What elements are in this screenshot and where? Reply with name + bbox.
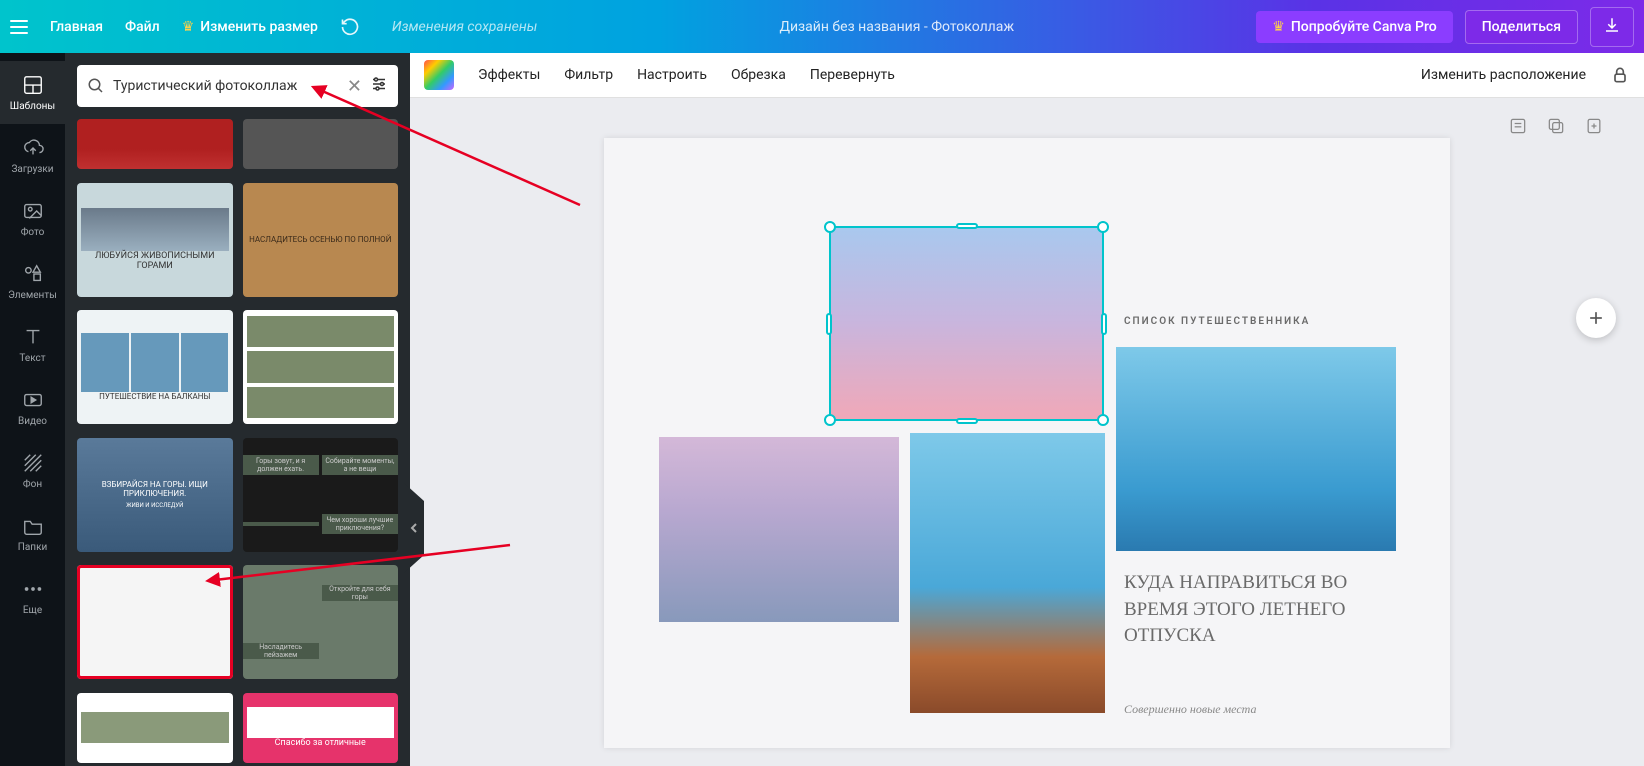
template-thumb[interactable]: Горы зовут, и я должен ехать.Собирайте м… <box>243 438 399 552</box>
canvas-text-heading[interactable]: КУДА НАПРАВИТЬСЯ ВО ВРЕМЯ ЭТОГО ЛЕТНЕГО … <box>1124 570 1384 650</box>
template-thumb[interactable] <box>243 310 399 424</box>
content-area: Эффекты Фильтр Настроить Обрезка Перевер… <box>410 53 1644 766</box>
nav-label: Фон <box>23 479 42 490</box>
template-thumb[interactable] <box>243 119 399 169</box>
template-thumb-selected[interactable] <box>77 565 233 679</box>
flip-button[interactable]: Перевернуть <box>810 67 895 83</box>
thumb-text: ЖИВИ И ИССЛЕДУЙ <box>126 502 183 509</box>
more-icon <box>21 577 45 601</box>
canvas-text-subtitle[interactable]: СПИСОК ПУТЕШЕСТВЕННИКА <box>1124 316 1310 327</box>
search-box: ✕ <box>77 65 398 107</box>
templates-panel: ✕ ЛЮБУЙСЯ ЖИВОПИСНЫМИ ГОРАМИ НАСЛАДИТЕСЬ… <box>65 53 410 766</box>
nav-label: Шаблоны <box>10 101 55 112</box>
plus-icon <box>1586 308 1606 328</box>
share-button[interactable]: Поделиться <box>1465 10 1578 44</box>
thumb-text: Горы зовут, и я должен ехать. <box>243 455 319 475</box>
thumb-text: Насладитесь пейзажем <box>243 643 319 659</box>
thumb-text: ПУТЕШЕСТВИЕ НА БАЛКАНЫ <box>99 392 210 401</box>
thumb-text: Собирайте моменты, а не вещи <box>322 455 398 475</box>
context-toolbar: Эффекты Фильтр Настроить Обрезка Перевер… <box>410 53 1644 98</box>
save-status: Изменения сохранены <box>392 19 537 35</box>
nav-label: Элементы <box>8 290 57 301</box>
nav-label: Папки <box>18 542 48 553</box>
crown-icon: ♛ <box>182 19 195 35</box>
photo-icon <box>21 199 45 223</box>
download-icon <box>1603 16 1621 34</box>
color-picker-button[interactable] <box>424 60 454 90</box>
design-canvas[interactable]: ⟳ СПИСОК ПУТЕШЕСТВЕННИКА КУДА НАПРАВИТЬС… <box>604 138 1450 748</box>
canvas-area[interactable]: ⟳ СПИСОК ПУТЕШЕСТВЕННИКА КУДА НАПРАВИТЬС… <box>410 98 1644 766</box>
shapes-icon <box>21 262 45 286</box>
template-thumb[interactable]: Откройте для себя горы Насладитесь пейзаж… <box>243 565 399 679</box>
document-title[interactable]: Дизайн без названия - Фотоколлаж <box>537 19 1256 35</box>
nav-text[interactable]: Текст <box>0 313 65 376</box>
resize-label: Изменить размер <box>200 19 318 35</box>
try-pro-button[interactable]: ♛ Попробуйте Canva Pro <box>1256 11 1452 43</box>
upload-icon <box>21 136 45 160</box>
template-thumb[interactable]: НАСЛАДИТЕСЬ ОСЕНЬЮ ПО ПОЛНОЙ <box>243 183 399 297</box>
search-input[interactable] <box>113 78 339 94</box>
nav-video[interactable]: Видео <box>0 376 65 439</box>
nav-label: Еще <box>23 605 42 616</box>
lock-icon[interactable] <box>1610 65 1630 85</box>
add-button[interactable] <box>1576 298 1616 338</box>
canvas-text-caption[interactable]: Совершенно новые места <box>1124 702 1257 717</box>
undo-icon[interactable] <box>340 17 360 37</box>
add-page-icon[interactable] <box>1584 116 1604 136</box>
background-icon <box>21 451 45 475</box>
template-thumb[interactable]: ВЗБИРАЙСЯ НА ГОРЫ. ИЩИ ПРИКЛЮЧЕНИЯ. ЖИВИ … <box>77 438 233 552</box>
side-nav: Шаблоны Загрузки Фото Элементы Текст Вид… <box>0 53 65 766</box>
canvas-image[interactable] <box>1116 347 1396 551</box>
nav-more[interactable]: Еще <box>0 565 65 628</box>
nav-uploads[interactable]: Загрузки <box>0 124 65 187</box>
nav-label: Видео <box>18 416 47 427</box>
thumb-text: ВЗБИРАЙСЯ НА ГОРЫ. ИЩИ ПРИКЛЮЧЕНИЯ. <box>81 480 229 498</box>
template-thumb[interactable] <box>77 693 233 763</box>
canvas-image[interactable] <box>659 437 899 622</box>
thumb-text: Откройте для себя горы <box>322 585 398 601</box>
home-link[interactable]: Главная <box>50 19 103 35</box>
template-thumb[interactable]: ЛЮБУЙСЯ ЖИВОПИСНЫМИ ГОРАМИ <box>77 183 233 297</box>
search-icon <box>87 77 105 95</box>
crop-button[interactable]: Обрезка <box>731 67 786 83</box>
try-pro-label: Попробуйте Canva Pro <box>1291 19 1437 35</box>
nav-label: Текст <box>19 353 45 364</box>
nav-background[interactable]: Фон <box>0 439 65 502</box>
notes-icon[interactable] <box>1508 116 1528 136</box>
nav-label: Загрузки <box>11 164 53 175</box>
template-thumb[interactable]: Спасибо за отличные <box>243 693 399 763</box>
nav-elements[interactable]: Элементы <box>0 250 65 313</box>
template-thumb[interactable] <box>77 119 233 169</box>
template-thumb[interactable]: ПУТЕШЕСТВИЕ НА БАЛКАНЫ <box>77 310 233 424</box>
position-button[interactable]: Изменить расположение <box>1421 67 1586 83</box>
thumb-text: НАСЛАДИТЕСЬ ОСЕНЬЮ ПО ПОЛНОЙ <box>249 235 391 244</box>
thumb-text: Спасибо за отличные <box>275 738 366 748</box>
nav-templates[interactable]: Шаблоны <box>0 61 65 124</box>
adjust-button[interactable]: Настроить <box>637 67 707 83</box>
nav-folders[interactable]: Папки <box>0 502 65 565</box>
crown-icon: ♛ <box>1272 19 1285 35</box>
canvas-image[interactable] <box>910 433 1105 713</box>
top-bar: Главная Файл ♛ Изменить размер Изменения… <box>0 0 1644 53</box>
text-icon <box>21 325 45 349</box>
download-button[interactable] <box>1590 7 1634 47</box>
resize-button[interactable]: ♛ Изменить размер <box>182 19 318 35</box>
file-menu[interactable]: Файл <box>125 19 160 35</box>
thumb-text: ЛЮБУЙСЯ ЖИВОПИСНЫМИ ГОРАМИ <box>81 251 229 271</box>
effects-button[interactable]: Эффекты <box>478 67 540 83</box>
templates-grid: ЛЮБУЙСЯ ЖИВОПИСНЫМИ ГОРАМИ НАСЛАДИТЕСЬ О… <box>65 119 410 766</box>
duplicate-icon[interactable] <box>1546 116 1566 136</box>
nav-photos[interactable]: Фото <box>0 187 65 250</box>
thumb-text: Чем хороши лучшие приключения? <box>322 514 398 534</box>
video-icon <box>21 388 45 412</box>
menu-icon[interactable] <box>10 20 28 34</box>
filter-button[interactable]: Фильтр <box>564 67 613 83</box>
clear-search-icon[interactable]: ✕ <box>347 76 362 97</box>
selected-image[interactable] <box>829 226 1104 421</box>
canvas-tools <box>1508 116 1604 136</box>
filter-icon[interactable] <box>370 75 388 97</box>
templates-icon <box>21 73 45 97</box>
nav-label: Фото <box>21 227 45 238</box>
folder-icon <box>21 514 45 538</box>
